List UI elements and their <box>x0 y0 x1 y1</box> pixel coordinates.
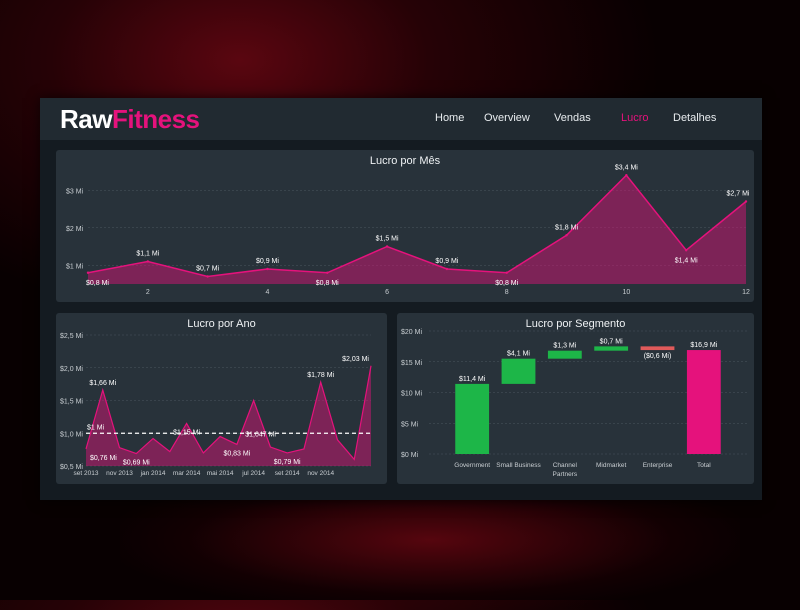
data-label: $0,79 Mi <box>274 459 301 466</box>
data-point <box>684 249 688 252</box>
x-tick-label: 2 <box>146 289 150 296</box>
data-label: $3,4 Mi <box>615 164 638 171</box>
x-tick-label: 8 <box>505 289 509 296</box>
chart-lucro-por-ano[interactable]: $0,5 Mi$1,0 Mi$1,5 Mi$2,0 Mi$2,5 Miset 2… <box>56 313 387 484</box>
data-label: $0,8 Mi <box>495 280 518 287</box>
data-label: $11,4 Mi <box>459 376 486 383</box>
bar-government <box>455 383 490 454</box>
data-point <box>565 234 568 237</box>
data-point <box>266 267 269 271</box>
data-point <box>445 267 449 271</box>
bar-midmarket <box>594 346 629 351</box>
card-lucro-por-segmento[interactable]: Lucro por Segmento $0 Mi $5 Mi $10 Mi $15 M… <box>397 313 754 484</box>
y-tick-label: $5 Mi <box>401 421 419 428</box>
data-point <box>206 275 209 278</box>
x-category-label: Channel <box>553 462 578 469</box>
data-label: $1,8 Mi <box>555 224 578 231</box>
nav-detalhes[interactable]: Detalhes <box>673 112 716 124</box>
x-tick-label: nov 2014 <box>307 470 334 477</box>
y-tick-label: $15 Mi <box>401 360 422 367</box>
data-label: $2,7 Mi <box>727 191 750 198</box>
data-label: $1,66 Mi <box>89 380 116 387</box>
x-tick-label: mai 2014 <box>207 470 234 477</box>
y-tick-label: $20 Mi <box>401 329 422 336</box>
y-tick-label: $0 Mi <box>401 452 419 459</box>
data-label: $0,69 Mi <box>123 460 150 467</box>
x-tick-label: 12 <box>742 289 750 296</box>
card-lucro-por-ano[interactable]: Lucro por Ano $0,5 Mi $1,0 Mi $1,5 Mi $2,0 … <box>56 313 387 484</box>
nav-home[interactable]: Home <box>435 112 464 124</box>
x-tick-label: 6 <box>385 289 389 296</box>
x-category-label: Partners <box>553 471 578 478</box>
data-label: $0,8 Mi <box>316 280 339 287</box>
data-label: $0,83 Mi <box>223 450 250 457</box>
x-category-label: Total <box>697 462 711 469</box>
card-lucro-por-mes[interactable]: Lucro por Mês $1 Mi $2 Mi $3 Mi 2 4 6 8 10 12 $0,… <box>56 150 754 302</box>
data-point <box>505 271 508 274</box>
chart-lucro-por-mes[interactable]: $1 Mi $2 Mi $3 Mi 2 4 6 8 10 12 $0,8 Mi $1,1 Mi $0,… <box>56 150 754 302</box>
x-category-label: Enterprise <box>643 462 673 469</box>
data-label: $0,76 Mi <box>90 455 117 462</box>
y-tick-label: $10 Mi <box>401 391 422 398</box>
data-label: $1,3 Mi <box>553 343 576 350</box>
bar-small-business <box>501 358 536 384</box>
x-tick-label: set 2013 <box>74 470 99 477</box>
x-tick-label: nov 2013 <box>106 470 133 477</box>
dashboard: RawFitness Home Overview Vendas Lucro De… <box>40 98 762 500</box>
data-point <box>326 271 329 274</box>
x-tick-label: set 2014 <box>275 470 300 477</box>
bar-channel-partners <box>547 350 582 359</box>
y-tick-label: $3 Mi <box>66 188 84 195</box>
nav-lucro[interactable]: Lucro <box>621 112 649 124</box>
x-tick-label: 4 <box>266 289 270 296</box>
header-bar: RawFitness Home Overview Vendas Lucro De… <box>40 98 762 140</box>
nav-overview[interactable]: Overview <box>484 112 530 124</box>
bar-total <box>686 350 721 454</box>
data-label: $4,1 Mi <box>507 351 530 358</box>
data-label: $1,5 Mi <box>376 236 399 243</box>
y-tick-label: $2 Mi <box>66 226 84 233</box>
reference-label-left: $1 Mi <box>87 424 105 431</box>
chart-lucro-por-segmento[interactable]: $0 Mi $5 Mi $10 Mi $15 Mi $20 Mi $11,4 Mi Gove… <box>397 313 754 484</box>
reference-label-right: $1,047 Mi <box>245 431 276 438</box>
y-tick-label: $2,0 Mi <box>60 366 83 373</box>
x-tick-label: mar 2014 <box>173 470 201 477</box>
y-tick-label: $1 Mi <box>66 263 84 270</box>
data-point <box>146 260 150 263</box>
data-label: $16,9 Mi <box>690 342 717 349</box>
data-label: $0,9 Mi <box>435 258 458 265</box>
x-category-label: Government <box>454 462 490 469</box>
y-tick-label: $2,5 Mi <box>60 333 83 340</box>
bar-enterprise <box>640 346 675 351</box>
x-tick-label: 10 <box>622 289 630 296</box>
data-label: $1,1 Mi <box>136 251 159 258</box>
data-label: $1,78 Mi <box>307 372 334 379</box>
data-label: $1,15 Mi <box>173 429 200 436</box>
data-label: $0,7 Mi <box>196 266 219 273</box>
y-tick-label: $1,0 Mi <box>60 431 83 438</box>
data-point <box>385 245 389 248</box>
x-category-label: Midmarket <box>596 462 627 469</box>
brand-name-part1: Raw <box>60 104 112 134</box>
data-point <box>625 174 628 177</box>
nav-vendas[interactable]: Vendas <box>554 112 591 124</box>
brand-name-part2: Fitness <box>111 104 200 134</box>
x-tick-label: jul 2014 <box>241 470 265 477</box>
area-fill-lucro-mes <box>88 175 746 284</box>
data-label: $1,4 Mi <box>675 257 698 264</box>
data-label: ($0,6 Mi) <box>644 353 672 360</box>
x-tick-label: jan 2014 <box>140 470 166 477</box>
data-point <box>86 271 90 274</box>
data-label: $0,8 Mi <box>86 280 109 287</box>
brand-logo[interactable]: RawFitness <box>60 104 200 135</box>
y-tick-label: $1,5 Mi <box>60 399 83 406</box>
data-point <box>744 200 748 203</box>
data-label: $2,03 Mi <box>342 356 369 363</box>
x-category-label: Small Business <box>496 462 541 469</box>
data-label: $0,7 Mi <box>600 338 623 345</box>
data-label: $0,9 Mi <box>256 258 279 265</box>
